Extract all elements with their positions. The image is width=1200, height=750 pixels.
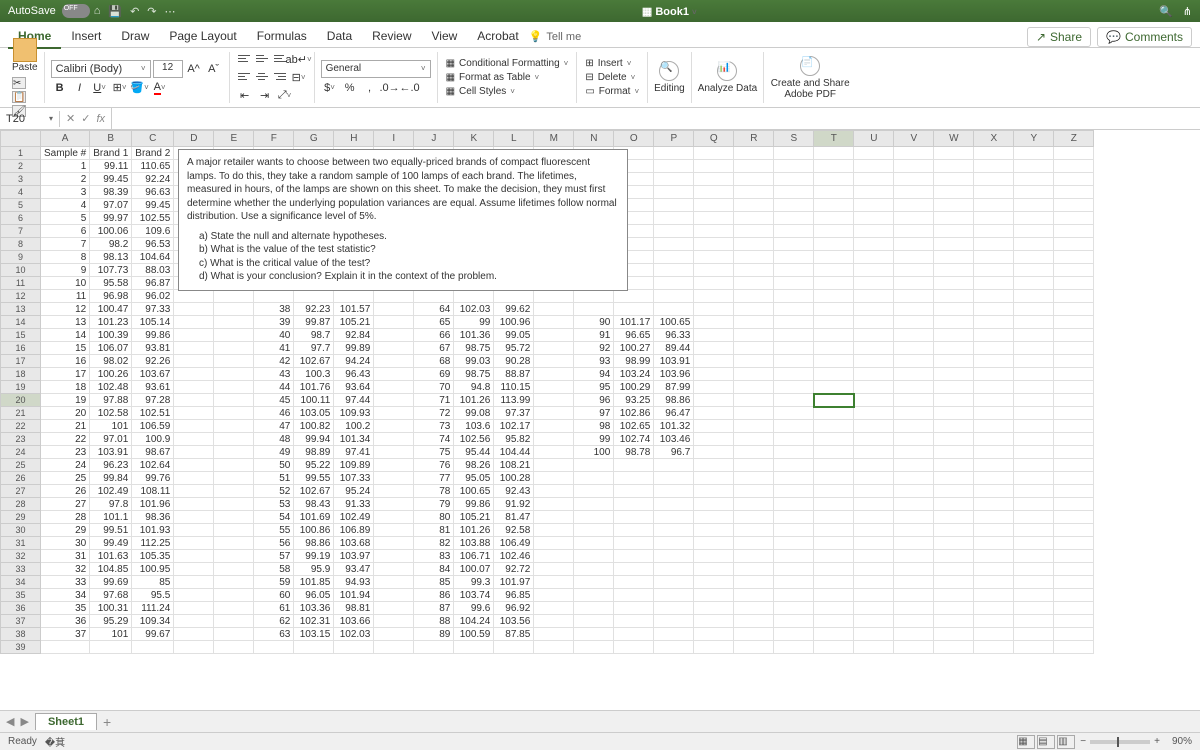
formula-bar[interactable] [111,108,1200,129]
tab-data[interactable]: Data [317,25,362,49]
adobe-button[interactable]: 📄Create and Share Adobe PDF [764,52,856,103]
tell-me[interactable]: 💡Tell me [529,30,582,43]
accessibility-icon[interactable]: �萁 [45,734,65,749]
align-top-icon[interactable] [236,52,252,66]
border-button[interactable]: ⊞˅ [111,80,129,96]
underline-button[interactable]: U˅ [91,80,109,96]
font-size-select[interactable]: 12 [153,60,183,78]
tab-acrobat[interactable]: Acrobat [467,25,528,49]
name-box[interactable]: T20▾ [0,111,60,127]
zoom-slider[interactable] [1090,740,1150,744]
page-break-view-icon[interactable]: ▥ [1057,735,1075,749]
tab-page-layout[interactable]: Page Layout [159,25,246,49]
zoom-level[interactable]: 90% [1172,736,1192,747]
format-icon: ▭ [585,86,594,97]
normal-view-icon[interactable]: ▦ [1017,735,1035,749]
editing-group[interactable]: 🔍Editing [648,52,692,103]
redo-icon[interactable]: ↷ [147,5,156,18]
problem-description: A major retailer wants to choose between… [178,149,628,291]
autosave-label: AutoSave [8,5,56,17]
font-color-button[interactable]: A˅ [151,80,169,96]
merge-button[interactable]: ⊟˅ [290,70,308,86]
sheet-prev-icon[interactable]: ◀ [6,715,14,728]
cs-icon: ▦ [446,86,455,97]
zoom-out-button[interactable]: − [1080,736,1086,747]
analyze-button[interactable]: 📊Analyze Data [692,52,764,103]
format-as-table-button[interactable]: ▦Format as Table˅ [444,71,571,84]
autosave-toggle[interactable] [62,4,90,18]
wrap-text-button[interactable]: ab↵˅ [290,52,308,68]
share2-icon: ↗ [1036,30,1046,44]
comments-button[interactable]: 💬Comments [1097,27,1192,47]
insert-icon: ⊞ [585,58,593,69]
excel-icon: ▦ [642,6,655,18]
save-icon[interactable]: 💾 [108,5,122,18]
enter-icon[interactable]: ✓ [81,112,90,125]
home-icon[interactable]: ⌂ [94,5,101,17]
bulb-icon: 💡 [529,30,543,43]
cut-icon[interactable]: ✂ [12,77,26,89]
page-layout-view-icon[interactable]: ▤ [1037,735,1055,749]
font-name-select[interactable]: Calibri (Body)˅ [51,60,151,78]
cell-styles-button[interactable]: ▦Cell Styles˅ [444,85,571,98]
find-icon: 🔍 [659,61,679,81]
increase-font-icon[interactable]: A^ [185,61,203,77]
fill-color-button[interactable]: 🪣˅ [131,80,149,96]
tab-draw[interactable]: Draw [111,25,159,49]
increase-indent-icon[interactable]: ⇥ [256,88,274,104]
search-icon[interactable]: 🔍 [1159,5,1173,18]
italic-button[interactable]: I [71,80,89,96]
bold-button[interactable]: B [51,80,69,96]
share-button[interactable]: ↗Share [1027,27,1091,47]
sheet-tab[interactable]: Sheet1 [35,713,97,730]
doc-title: Book1 [655,6,689,18]
conditional-formatting-button[interactable]: ▦Conditional Formatting˅ [444,57,571,70]
share-icon[interactable]: ⋔ [1183,5,1192,18]
align-center-icon[interactable] [254,70,270,84]
delete-icon: ⊟ [585,72,593,83]
align-left-icon[interactable] [236,70,252,84]
add-sheet-button[interactable]: + [103,714,111,730]
cancel-icon[interactable]: ✕ [66,112,75,125]
status-ready: Ready [8,736,37,747]
analyze-icon: 📊 [717,61,737,81]
decrease-font-icon[interactable]: Aˇ [205,61,223,77]
tab-insert[interactable]: Insert [61,25,111,49]
zoom-in-button[interactable]: + [1154,736,1160,747]
cf-icon: ▦ [446,58,455,69]
pdf-icon: 📄 [800,56,820,76]
percent-button[interactable]: % [341,80,359,96]
comment-icon: 💬 [1106,30,1121,44]
sheet-next-icon[interactable]: ▶ [20,715,28,728]
undo-icon[interactable]: ↶ [130,5,139,18]
fx-icon[interactable]: fx [96,113,105,125]
currency-button[interactable]: $˅ [321,80,339,96]
insert-cells-button[interactable]: ⊞Insert˅ [583,57,641,70]
more-icon[interactable]: ⋯ [165,5,176,18]
decrease-decimal-icon[interactable]: ←.0 [401,80,419,96]
copy-icon[interactable]: 📋 [12,91,26,103]
orientation-button[interactable]: ⤢˅ [276,88,294,104]
number-format-select[interactable]: General˅ [321,60,431,78]
paste-button[interactable]: Paste [12,38,38,73]
increase-decimal-icon[interactable]: .0→ [381,80,399,96]
align-middle-icon[interactable] [254,52,270,66]
format-cells-button[interactable]: ▭Format˅ [583,85,641,98]
decrease-indent-icon[interactable]: ⇤ [236,88,254,104]
comma-button[interactable]: , [361,80,379,96]
tab-formulas[interactable]: Formulas [247,25,317,49]
tab-review[interactable]: Review [362,25,421,49]
delete-cells-button[interactable]: ⊟Delete˅ [583,71,641,84]
fat-icon: ▦ [446,72,455,83]
tab-view[interactable]: View [422,25,468,49]
align-right-icon[interactable] [272,70,288,84]
